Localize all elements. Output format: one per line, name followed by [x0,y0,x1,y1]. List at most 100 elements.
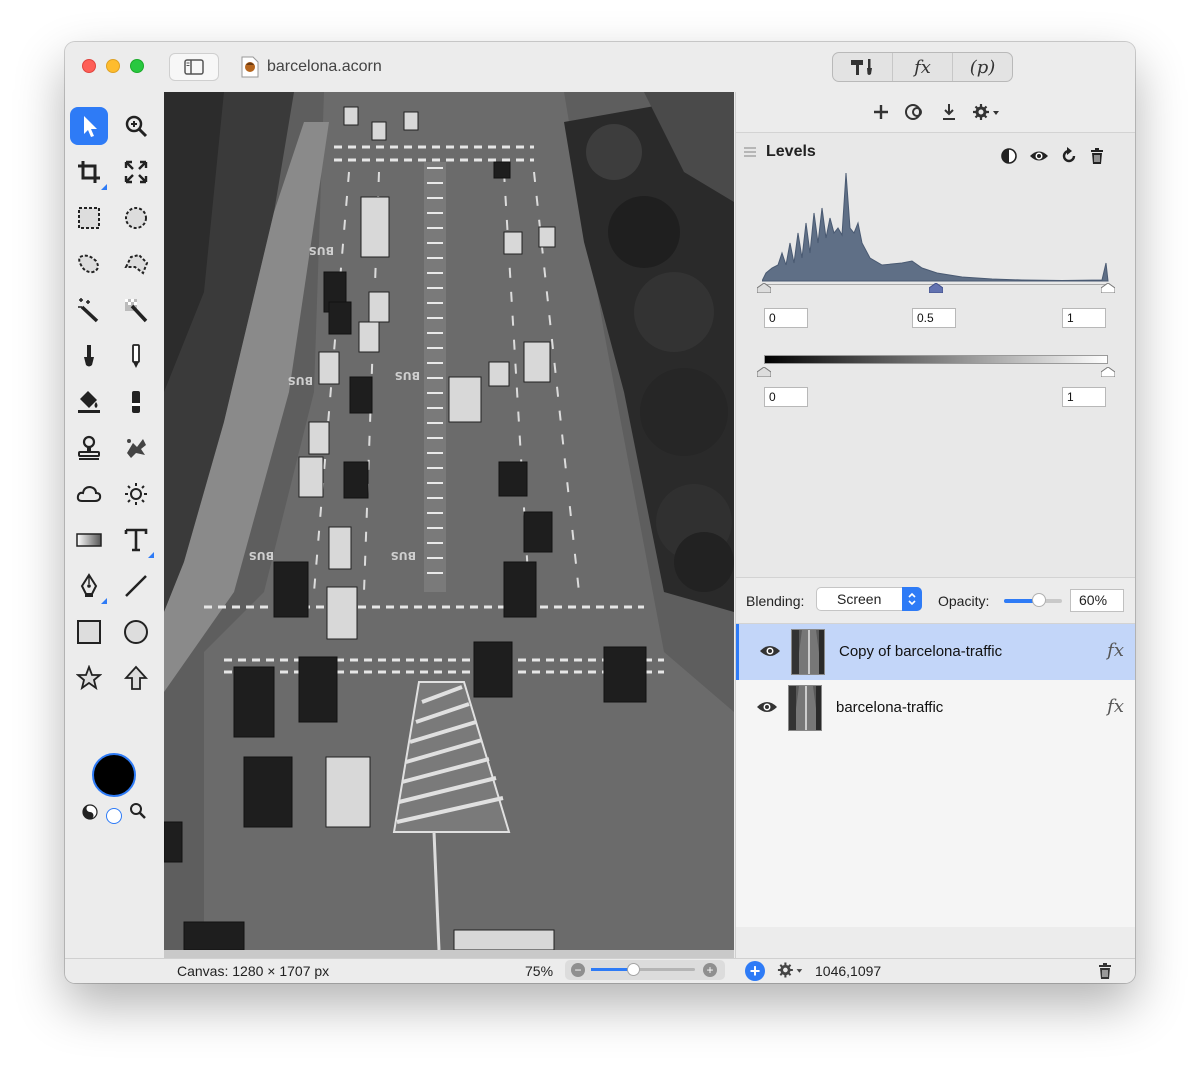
move-tool[interactable] [70,107,108,145]
opacity-field[interactable]: 60% [1070,589,1124,612]
instant-alpha-tool[interactable] [117,291,155,329]
filter-toolbar [736,92,1135,132]
canvas-size-label: Canvas: 1280 × 1707 px [177,963,330,979]
brush-tool[interactable] [70,337,108,375]
input-white-handle[interactable] [1101,283,1115,293]
add-layer-button[interactable]: + [745,961,765,981]
gradient-tool[interactable] [70,521,108,559]
text-tool[interactable] [117,521,155,559]
gear-menu-icon [777,962,803,978]
zoom-slider[interactable] [591,963,695,976]
layer-visibility-eye-icon[interactable] [759,644,781,658]
layer-fx-icon[interactable]: fx [1107,696,1124,717]
delete-filter-icon[interactable] [1088,147,1106,165]
add-filter-icon [874,105,888,119]
output-black-field[interactable]: 0 [764,387,808,407]
toolbar-segmented-control: fx (p) [832,52,1013,82]
zoom-out-button[interactable]: − [571,963,585,977]
svg-text:BUS: BUS [249,549,274,562]
magic-wand-tool[interactable] [70,291,108,329]
magic-wand-tool-icon [78,298,99,323]
zoom-slider-knob[interactable] [626,963,640,976]
layer-visibility-eye-icon[interactable] [756,700,778,714]
contrast-icon[interactable] [1000,147,1018,165]
arrow-tool-icon [123,665,149,690]
crop-tool[interactable] [70,153,108,191]
sun-tool-icon [125,483,147,505]
lasso-tool-icon [78,254,99,274]
cloud-tool[interactable] [70,475,108,513]
input-black-handle[interactable] [757,283,771,293]
download-icon [943,104,955,120]
delete-layer-icon[interactable] [1097,962,1113,980]
star-tool[interactable] [70,659,108,697]
opacity-slider-knob[interactable] [1031,593,1046,607]
line-tool[interactable] [117,567,155,605]
ellipse-select-tool[interactable] [117,199,155,237]
zoom-tool-icon [125,115,148,138]
filter-preview-button[interactable] [904,100,926,124]
fx-segment[interactable]: fx [893,53,953,81]
add-filter-button[interactable] [870,100,892,124]
blend-mode-select[interactable]: Screen [816,587,922,611]
rect-select-tool[interactable] [70,199,108,237]
clone-stamp-tool-icon [78,435,100,460]
smudge-tool-icon [127,439,146,458]
smudge-tool[interactable] [117,429,155,467]
visibility-eye-icon[interactable] [1028,147,1050,165]
gear-menu-icon [973,104,999,120]
gear-menu-button[interactable] [972,100,1002,124]
color-picker-loupe-icon[interactable] [129,802,147,820]
submenu-indicator [101,184,107,190]
close-button[interactable] [82,59,96,73]
input-white-field[interactable]: 1 [1062,308,1106,328]
input-gamma-handle[interactable] [929,283,943,293]
opacity-slider[interactable] [1004,593,1062,607]
polygon-lasso-tool[interactable] [117,245,155,283]
p-segment[interactable]: (p) [953,53,1012,81]
output-white-handle[interactable] [1101,367,1115,377]
lasso-tool[interactable] [70,245,108,283]
paint-bucket-tool[interactable] [70,383,108,421]
transform-tool-icon [124,160,148,184]
input-gamma-field[interactable]: 0.5 [912,308,956,328]
minimize-button[interactable] [106,59,120,73]
polygon-lasso-tool-icon [124,253,149,275]
output-white-field[interactable]: 1 [1062,387,1106,407]
pencil-tool[interactable] [117,337,155,375]
pen-tool[interactable] [70,567,108,605]
output-black-handle[interactable] [757,367,771,377]
layer-row[interactable]: Copy of barcelona-traffic fx [736,624,1135,680]
oval-tool[interactable] [117,613,155,651]
app-window: barcelona.acorn fx (p) BUS BUS BUS BUS B… [65,42,1135,983]
tools-segment[interactable] [833,53,893,81]
submenu-indicator [101,598,107,604]
eraser-tool[interactable] [117,383,155,421]
zoom-tool[interactable] [117,107,155,145]
zoom-in-button[interactable]: + [703,963,717,977]
status-bar: Canvas: 1280 × 1707 px 75% − + + 1046,10… [65,958,1135,983]
layer-fx-icon[interactable]: fx [1107,640,1124,661]
reset-icon[interactable] [1060,147,1078,165]
background-color-well[interactable] [106,808,122,824]
sidebar-toggle-button[interactable] [169,53,219,81]
window-title: barcelona.acorn [267,58,382,75]
rectangle-tool[interactable] [70,613,108,651]
maximize-button[interactable] [130,59,144,73]
clone-stamp-tool[interactable] [70,429,108,467]
input-black-field[interactable]: 0 [764,308,808,328]
canvas-image[interactable]: BUS BUS BUS BUS BUS [164,92,734,950]
layer-row[interactable]: barcelona-traffic fx [736,680,1135,736]
transform-tool[interactable] [117,153,155,191]
download-button[interactable] [938,100,960,124]
layer-thumbnail [791,629,825,675]
arrow-tool[interactable] [117,659,155,697]
drag-handle-icon[interactable] [744,147,756,157]
canvas-area[interactable]: BUS BUS BUS BUS BUS [164,92,734,958]
sun-tool[interactable] [117,475,155,513]
swap-colors-icon[interactable] [82,804,98,820]
star-tool-icon [76,665,102,691]
blending-label: Blending: [746,593,805,609]
foreground-color-well[interactable] [92,753,136,797]
layer-options-button[interactable] [777,961,805,983]
